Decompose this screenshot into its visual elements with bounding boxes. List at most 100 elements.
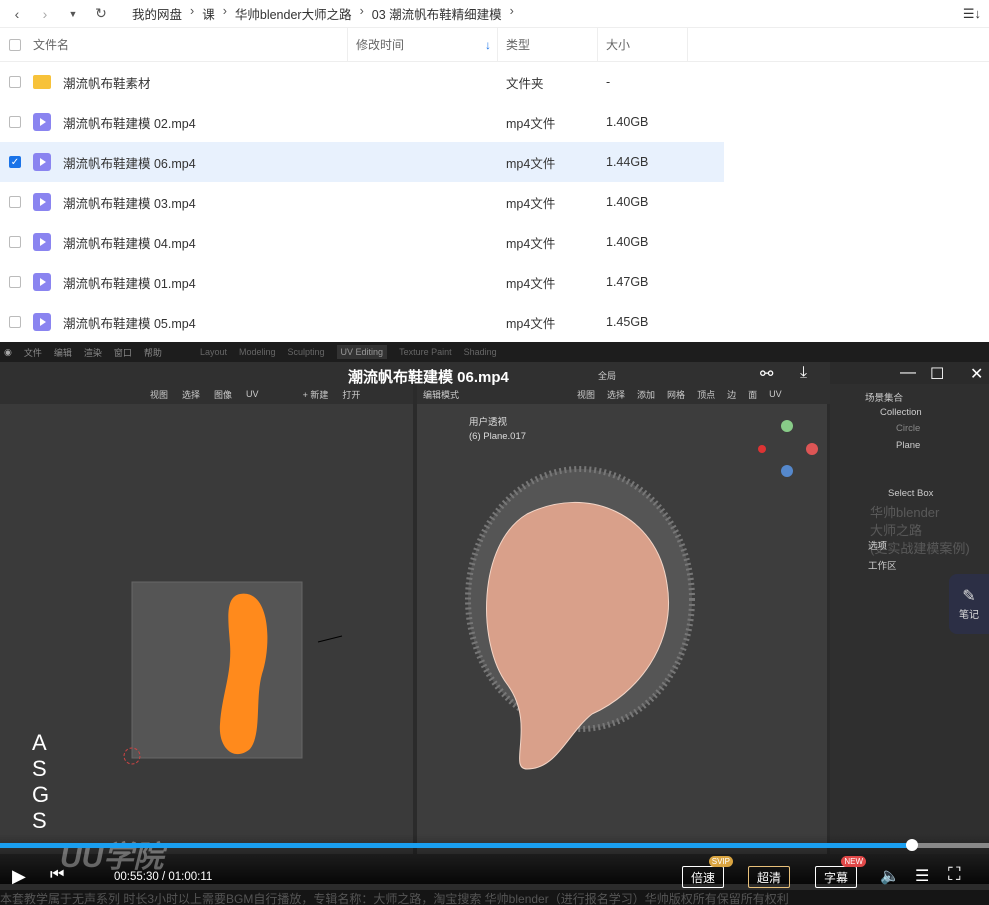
- outliner-item: Plane: [896, 440, 921, 451]
- close-icon[interactable]: ✕: [970, 364, 983, 384]
- play-icon[interactable]: ▶: [12, 866, 26, 887]
- video-icon: [33, 153, 51, 171]
- menu-item: 编辑: [53, 347, 72, 358]
- breadcrumb: 我的网盘 › 课 › 华帅blender大师之路 › 03 潮流帆布鞋精细建模 ›: [132, 4, 514, 23]
- file-name[interactable]: 潮流帆布鞋建模 02.mp4: [63, 113, 196, 132]
- forward-icon[interactable]: ›: [36, 6, 54, 22]
- workspace-tab: Layout: [199, 347, 227, 357]
- video-title: 潮流帆布鞋建模 06.mp4: [348, 369, 509, 386]
- menu-item: 文件: [23, 347, 42, 358]
- quality-button[interactable]: 超清: [748, 866, 791, 888]
- previous-icon[interactable]: ⏮: [50, 866, 64, 884]
- view-menu: 顶点: [697, 389, 716, 400]
- active-tool-name: Select Box: [888, 488, 934, 499]
- file-list: 潮流帆布鞋素材 文件夹 - 潮流帆布鞋建模 02.mp4 mp4文件 1.40GB ✓ 潮流帆…: [0, 62, 989, 342]
- progress-handle[interactable]: [905, 839, 918, 851]
- breadcrumb-item[interactable]: 华帅blender大师之路: [235, 4, 352, 23]
- row-checkbox[interactable]: [9, 76, 21, 88]
- section-workspace: 工作区: [868, 561, 897, 572]
- subtitle-button[interactable]: 字幕 NEW: [815, 856, 867, 888]
- breadcrumb-item[interactable]: 课: [202, 4, 215, 23]
- uv-canvas: [123, 581, 343, 765]
- volume-icon[interactable]: 🔈: [880, 866, 900, 886]
- video-icon: [33, 273, 51, 291]
- note-icon: ✎: [962, 588, 976, 605]
- menu-item: 窗口: [113, 347, 132, 358]
- uv-menu: 视图: [150, 389, 169, 400]
- file-name[interactable]: 潮流帆布鞋建模 06.mp4: [63, 153, 196, 172]
- refresh-icon[interactable]: ↻: [92, 5, 110, 22]
- row-checkbox[interactable]: [9, 276, 21, 288]
- sort-desc-icon[interactable]: ↓: [485, 38, 491, 52]
- select-all-checkbox[interactable]: [9, 38, 21, 51]
- view-menu: 面: [748, 389, 758, 400]
- file-name[interactable]: 潮流帆布鞋素材: [63, 73, 151, 92]
- view-menu: 视图: [577, 389, 596, 400]
- row-checkbox[interactable]: [9, 316, 21, 328]
- history-dropdown-icon[interactable]: ▼: [64, 9, 82, 19]
- view-menu: 选择: [607, 389, 626, 400]
- view-menu: 添加: [637, 389, 656, 400]
- video-player[interactable]: ◉ 文件 编辑 渲染 窗口 帮助 Layout Modeling Sculpti…: [0, 342, 989, 905]
- progress-bar[interactable]: [0, 839, 989, 851]
- file-row[interactable]: 潮流帆布鞋建模 02.mp4 mp4文件 1.40GB: [0, 102, 724, 142]
- caption-text: 本套教学属于无声系列 时长3小时以上需要BGM自行播放，专辑名称：大师之路，淘宝…: [0, 890, 989, 905]
- file-row[interactable]: 潮流帆布鞋素材 文件夹 -: [0, 62, 724, 102]
- breadcrumb-item[interactable]: 03 潮流帆布鞋精细建模: [372, 4, 502, 23]
- column-size[interactable]: 大小: [606, 36, 630, 53]
- file-type: mp4文件: [506, 116, 556, 131]
- back-icon[interactable]: ‹: [8, 6, 26, 22]
- file-name[interactable]: 潮流帆布鞋建模 03.mp4: [63, 193, 196, 212]
- sort-icon[interactable]: ☰↓: [963, 6, 981, 22]
- blender-logo-icon: ◉: [4, 346, 12, 357]
- speed-button[interactable]: 倍速 SVIP: [682, 856, 734, 888]
- file-type: mp4文件: [506, 196, 556, 211]
- file-size: -: [606, 75, 611, 89]
- uv-menu: 图像: [214, 389, 233, 400]
- file-name[interactable]: 潮流帆布鞋建模 04.mp4: [63, 233, 196, 252]
- file-row[interactable]: ✓ 潮流帆布鞋建模 06.mp4 mp4文件 1.44GB: [0, 142, 724, 182]
- file-row[interactable]: 潮流帆布鞋建模 04.mp4 mp4文件 1.40GB: [0, 222, 724, 262]
- viewport-canvas: [465, 420, 818, 770]
- object-label: (6) Plane.017: [469, 431, 527, 442]
- time-display: 00:55:30 / 01:00:11: [114, 871, 213, 883]
- file-type: mp4文件: [506, 156, 556, 171]
- download-icon[interactable]: ⤓: [800, 364, 807, 382]
- row-checkbox[interactable]: [9, 196, 21, 208]
- file-name[interactable]: 潮流帆布鞋建模 01.mp4: [63, 273, 196, 292]
- file-type: mp4文件: [506, 316, 556, 331]
- file-type: mp4文件: [506, 276, 556, 291]
- uv-editor-header: 视图 选择 图像 UV + 新建 打开: [0, 384, 413, 404]
- file-row[interactable]: 潮流帆布鞋建模 05.mp4 mp4文件 1.45GB: [0, 302, 724, 342]
- video-icon: [33, 193, 51, 211]
- file-row[interactable]: 潮流帆布鞋建模 03.mp4 mp4文件 1.40GB: [0, 182, 724, 222]
- uv-menu: 选择: [182, 389, 201, 400]
- folder-icon: [33, 75, 51, 89]
- notes-button[interactable]: ✎ 笔记: [949, 574, 989, 634]
- workspace-tab: Sculpting: [287, 347, 325, 357]
- mode-select: 编辑模式: [423, 389, 460, 400]
- breadcrumb-item[interactable]: 我的网盘: [132, 4, 182, 23]
- view-menu: 边: [727, 389, 737, 400]
- row-checkbox[interactable]: [9, 116, 21, 128]
- table-header: 文件名 修改时间 ↓ 类型 大小: [0, 28, 989, 62]
- share-icon[interactable]: ⚯: [760, 364, 773, 384]
- minimize-icon[interactable]: —: [900, 364, 916, 382]
- uv-open: 打开: [342, 389, 361, 400]
- uv-menu: UV: [246, 389, 259, 399]
- file-row[interactable]: 潮流帆布鞋建模 01.mp4 mp4文件 1.47GB: [0, 262, 724, 302]
- column-name[interactable]: 文件名: [33, 36, 69, 53]
- row-checkbox[interactable]: ✓: [9, 156, 21, 168]
- outliner-item: Circle: [896, 423, 921, 434]
- video-icon: [33, 313, 51, 331]
- maximize-icon[interactable]: ☐: [930, 364, 944, 384]
- workspace-tab: Shading: [463, 347, 497, 357]
- file-size: 1.44GB: [606, 155, 649, 169]
- column-type[interactable]: 类型: [506, 36, 530, 53]
- fullscreen-icon[interactable]: ⛶: [948, 864, 961, 885]
- playlist-icon[interactable]: ☰: [915, 866, 929, 886]
- column-time[interactable]: 修改时间: [356, 36, 404, 53]
- row-checkbox[interactable]: [9, 236, 21, 248]
- menu-item: 帮助: [143, 347, 162, 358]
- file-name[interactable]: 潮流帆布鞋建模 05.mp4: [63, 313, 196, 332]
